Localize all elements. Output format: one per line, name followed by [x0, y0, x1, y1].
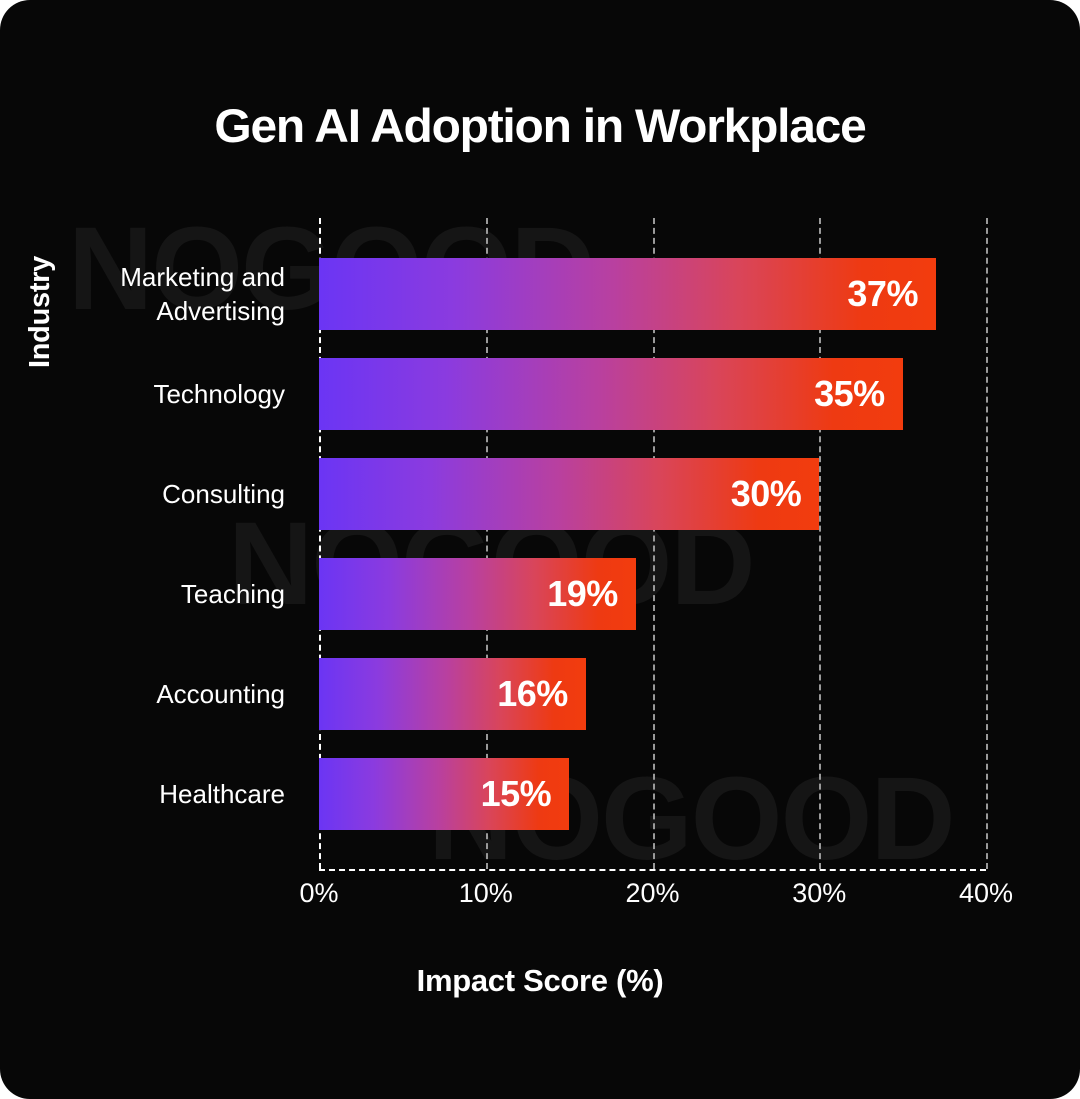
bar-value-label: 30% [730, 473, 802, 514]
bar-row[interactable]: 15% [319, 758, 986, 830]
bar-value-label: 35% [814, 373, 885, 414]
x-tick-label: 0% [299, 878, 339, 908]
x-tick-label: 10% [458, 878, 513, 908]
x-axis-line [319, 869, 986, 871]
y-axis-title: Industry [24, 256, 56, 368]
bar-value-label: 16% [497, 673, 568, 714]
gridline-40% [986, 218, 988, 869]
y-tick-label: Teaching [180, 579, 285, 609]
bar-value-label: 15% [480, 773, 552, 814]
bar-row[interactable]: 16% [319, 658, 986, 730]
chart-card: NOGOOD NOGOOD NOGOOD Gen AI Adoption in … [0, 0, 1080, 1099]
y-tick-label: Healthcare [159, 779, 285, 809]
y-tick-label: Consulting [162, 479, 285, 509]
x-axis-title: Impact Score (%) [416, 963, 664, 998]
bar-value-label: 37% [847, 273, 918, 314]
x-tick-label: 30% [792, 878, 847, 908]
bar-row[interactable]: 37% [319, 258, 986, 330]
chart-title: Gen AI Adoption in Workplace [214, 99, 866, 152]
bar-row[interactable]: 35% [319, 358, 986, 430]
x-tick-label: 20% [625, 878, 680, 908]
plot-area: 37% 35% 30% 19% 16% 15% [319, 218, 988, 871]
y-tick-label: Technology [153, 379, 285, 409]
bar-value-label: 19% [547, 573, 618, 614]
bar-row[interactable]: 19% [319, 558, 986, 630]
y-tick-label: Marketing and Advertising [120, 262, 285, 326]
x-tick-label: 40% [958, 878, 1014, 908]
bar-row[interactable]: 30% [319, 458, 986, 530]
y-tick-label: Accounting [156, 679, 285, 709]
